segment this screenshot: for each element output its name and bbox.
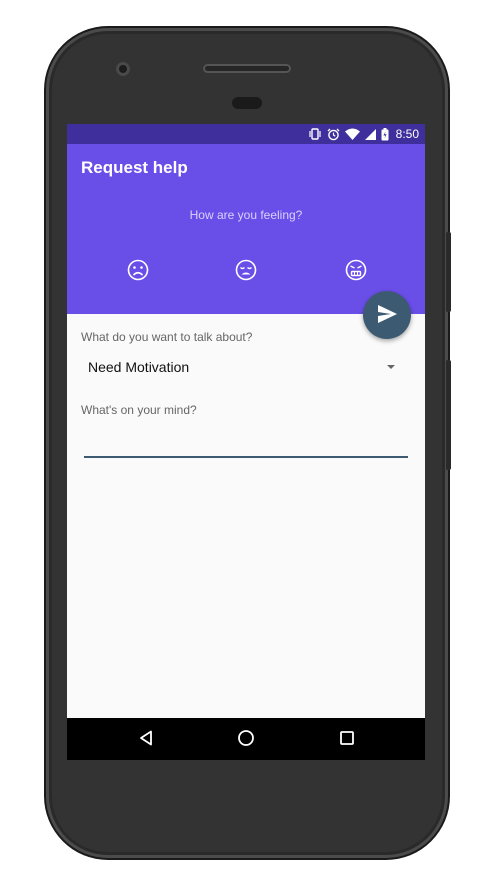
mind-label: What's on your mind? <box>81 403 197 417</box>
topic-label: What do you want to talk about? <box>81 330 253 344</box>
send-button[interactable] <box>363 291 411 339</box>
feeling-prompt: How are you feeling? <box>189 208 303 222</box>
earpiece-speaker <box>203 64 291 73</box>
mood-sad-button[interactable] <box>126 258 150 282</box>
send-icon <box>377 304 397 326</box>
mood-angry-button[interactable] <box>344 258 368 282</box>
volume-button <box>446 360 451 470</box>
dropdown-arrow-icon <box>387 365 395 369</box>
home-icon <box>237 729 255 750</box>
vibrate-icon <box>308 128 322 140</box>
status-icons: 8:50 <box>308 124 419 144</box>
back-icon <box>139 730 153 749</box>
recents-button[interactable] <box>322 718 372 760</box>
sad-face-icon <box>126 258 150 282</box>
wifi-icon <box>344 128 360 140</box>
power-button <box>446 232 451 312</box>
signal-icon <box>364 128 376 140</box>
proximity-sensor <box>232 97 262 109</box>
status-bar: 8:50 <box>67 124 425 144</box>
tired-face-icon <box>234 258 258 282</box>
navigation-bar <box>67 718 425 760</box>
home-button[interactable] <box>221 718 271 760</box>
battery-icon <box>381 127 389 141</box>
topic-dropdown[interactable]: Need Motivation <box>81 350 399 384</box>
mind-text-field[interactable] <box>84 432 408 458</box>
page-title: Request help <box>81 158 188 177</box>
back-button[interactable] <box>121 718 171 760</box>
status-time: 8:50 <box>395 127 419 141</box>
alarm-icon <box>327 128 340 141</box>
mood-tired-button[interactable] <box>234 258 258 282</box>
phone-screen: 8:50 Request help How are you feeling? W… <box>67 124 425 760</box>
app-header: Request help How are you feeling? <box>67 144 425 314</box>
angry-face-icon <box>344 258 368 282</box>
topic-selected-value: Need Motivation <box>88 359 190 375</box>
front-camera <box>116 62 130 76</box>
recents-icon <box>339 730 355 749</box>
